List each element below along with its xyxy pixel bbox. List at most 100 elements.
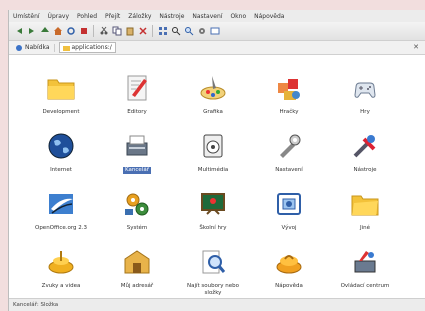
help-icon bbox=[272, 245, 306, 279]
menu-item-edit[interactable]: Úpravy bbox=[48, 13, 69, 20]
icon-grid: Development Editory Grafika Hračky Hry I… bbox=[23, 71, 401, 303]
search-icon[interactable] bbox=[170, 26, 181, 37]
item-label: Nápověda bbox=[275, 283, 303, 289]
forward-icon[interactable] bbox=[26, 26, 37, 37]
item-label: Nastavení bbox=[275, 167, 303, 173]
item-label: Najít soubory nebo složky bbox=[186, 283, 239, 296]
delete-icon[interactable] bbox=[137, 26, 148, 37]
home-icon[interactable] bbox=[52, 26, 63, 37]
item-label: Development bbox=[42, 109, 80, 115]
clear-location-icon[interactable]: ✕ bbox=[413, 43, 419, 51]
item-find-files[interactable]: Najít soubory nebo složky bbox=[175, 245, 251, 303]
item-openoffice[interactable]: OpenOffice.org 2.3 bbox=[23, 187, 99, 245]
toys-icon bbox=[272, 71, 306, 105]
item-label: OpenOffice.org 2.3 bbox=[34, 225, 87, 231]
multimedia-icon bbox=[196, 129, 230, 163]
settings-tools-icon bbox=[272, 129, 306, 163]
location-field[interactable]: applications:/ bbox=[58, 42, 116, 53]
toolbar-separator bbox=[93, 25, 94, 37]
openoffice-icon bbox=[44, 187, 78, 221]
location-toolbar: Nabídka applications:/ ✕ bbox=[9, 41, 425, 55]
games-icon bbox=[348, 71, 382, 105]
menu-item-go[interactable]: Přejít bbox=[105, 13, 120, 20]
item-label: Grafika bbox=[203, 109, 223, 115]
icon-view: Development Editory Grafika Hračky Hry I… bbox=[9, 55, 425, 298]
editor-icon bbox=[120, 71, 154, 105]
places-label: Nabídka bbox=[25, 44, 50, 51]
item-label: Jiné bbox=[359, 225, 371, 231]
item-toys[interactable]: Hračky bbox=[251, 71, 327, 129]
item-office[interactable]: Kancelář bbox=[99, 129, 175, 187]
stop-icon[interactable] bbox=[78, 26, 89, 37]
office-icon bbox=[120, 129, 154, 163]
personal-icon bbox=[120, 245, 154, 279]
item-games[interactable]: Hry bbox=[327, 71, 403, 129]
item-label: Můj adresář bbox=[120, 283, 154, 289]
item-label: Systém bbox=[126, 225, 148, 231]
edu-icon bbox=[196, 187, 230, 221]
menu-item-window[interactable]: Okno bbox=[230, 13, 246, 20]
window-icon[interactable] bbox=[209, 26, 220, 37]
utilities-icon bbox=[348, 129, 382, 163]
statusbar: Kancelář: Složka bbox=[9, 298, 425, 311]
internet-icon bbox=[44, 129, 78, 163]
toolbar-separator bbox=[152, 25, 153, 37]
item-label: Zvuky a videa bbox=[41, 283, 81, 289]
menu-item-view[interactable]: Pohled bbox=[77, 13, 97, 20]
zoom-icon[interactable] bbox=[183, 26, 194, 37]
item-label: Internet bbox=[50, 167, 72, 173]
back-icon[interactable] bbox=[13, 26, 24, 37]
item-graphics[interactable]: Grafika bbox=[175, 71, 251, 129]
view-icon[interactable] bbox=[157, 26, 168, 37]
menu-item-tools[interactable]: Nástroje bbox=[159, 13, 184, 20]
item-label: Kancelář bbox=[123, 167, 151, 174]
settings-icon[interactable] bbox=[196, 26, 207, 37]
sound-video-icon bbox=[44, 245, 78, 279]
item-label: Multimédia bbox=[197, 167, 229, 173]
cut-icon[interactable] bbox=[98, 26, 109, 37]
development-icon bbox=[272, 187, 306, 221]
globe-icon bbox=[16, 44, 22, 51]
find-files-icon bbox=[196, 245, 230, 279]
folder-small-icon bbox=[62, 46, 70, 51]
menubar: Umístění Úpravy Pohled Přejít Záložky Ná… bbox=[9, 10, 425, 22]
menu-item-bookmarks[interactable]: Záložky bbox=[128, 13, 151, 20]
item-sound-video[interactable]: Zvuky a videa bbox=[23, 245, 99, 303]
item-label: Editory bbox=[127, 109, 147, 115]
item-help[interactable]: Nápověda bbox=[251, 245, 327, 303]
paste-icon[interactable] bbox=[124, 26, 135, 37]
item-multimedia[interactable]: Multimédia bbox=[175, 129, 251, 187]
item-settings[interactable]: Nastavení bbox=[251, 129, 327, 187]
item-other[interactable]: Jiné bbox=[327, 187, 403, 245]
system-icon bbox=[120, 187, 154, 221]
up-icon[interactable] bbox=[39, 26, 50, 37]
menu-item-help[interactable]: Nápověda bbox=[254, 13, 284, 20]
item-label: Hry bbox=[360, 109, 370, 115]
reload-icon[interactable] bbox=[65, 26, 76, 37]
item-system[interactable]: Systém bbox=[99, 187, 175, 245]
item-edu[interactable]: Školní hry bbox=[175, 187, 251, 245]
item-control-center[interactable]: Ovládací centrum bbox=[327, 245, 403, 303]
menu-item-location[interactable]: Umístění bbox=[13, 13, 40, 20]
item-label: Ovládací centrum bbox=[340, 283, 390, 289]
location-value: applications:/ bbox=[71, 44, 112, 51]
item-internet[interactable]: Internet bbox=[23, 129, 99, 187]
other-folder-icon bbox=[348, 187, 382, 221]
item-label: Vývoj bbox=[281, 225, 297, 231]
item-personal[interactable]: Můj adresář bbox=[99, 245, 175, 303]
item-development-2[interactable]: Vývoj bbox=[251, 187, 327, 245]
places-button[interactable]: Nabídka bbox=[15, 43, 55, 52]
graphics-icon bbox=[196, 71, 230, 105]
copy-icon[interactable] bbox=[111, 26, 122, 37]
item-editors[interactable]: Editory bbox=[99, 71, 175, 129]
item-development[interactable]: Development bbox=[23, 71, 99, 129]
control-center-icon bbox=[348, 245, 382, 279]
item-label: Hračky bbox=[279, 109, 299, 115]
status-text: Kancelář: Složka bbox=[13, 302, 59, 308]
folder-icon bbox=[44, 71, 78, 105]
menu-item-settings[interactable]: Nastavení bbox=[192, 13, 222, 20]
item-label: Nástroje bbox=[353, 167, 377, 173]
item-label: Školní hry bbox=[199, 225, 227, 231]
item-utilities[interactable]: Nástroje bbox=[327, 129, 403, 187]
file-manager-window: Umístění Úpravy Pohled Přejít Záložky Ná… bbox=[8, 10, 425, 311]
